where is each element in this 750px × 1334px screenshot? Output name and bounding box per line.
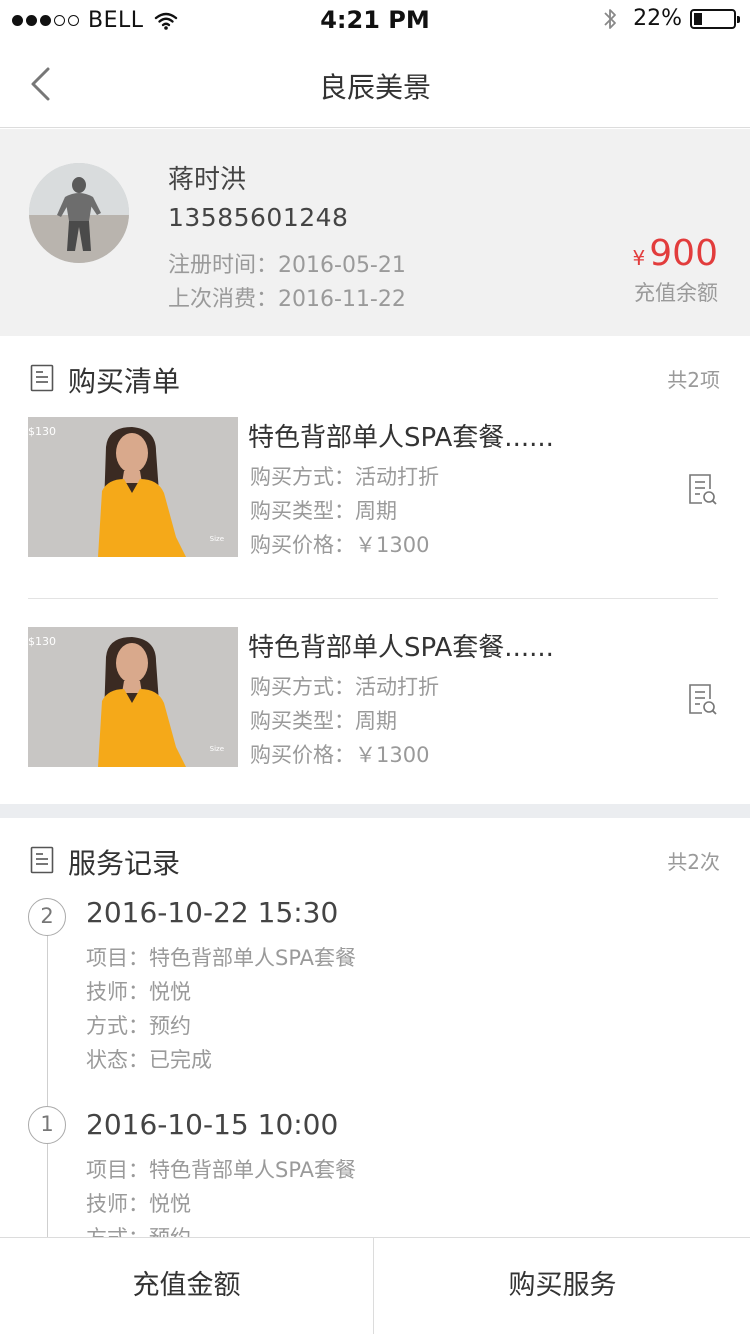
member-profile: 蒋时洪 13585601248 注册时间：2016-05-21 上次消费：201… xyxy=(0,129,750,336)
document-icon xyxy=(30,846,54,874)
record-index-badge: 2 xyxy=(28,898,66,936)
record-datetime: 2016-10-15 10:00 xyxy=(86,1108,339,1141)
record-status: 状态：已完成 xyxy=(86,1048,212,1072)
purchase-price: 购买价格：￥1300 xyxy=(250,533,430,557)
item-divider xyxy=(28,598,718,599)
last-spend-row: 上次消费：2016-11-22 xyxy=(168,281,406,313)
purchase-method: 购买方式：活动打折 xyxy=(250,675,439,699)
balance-label: 充值余额 xyxy=(634,281,718,305)
image-size-tag: Size xyxy=(209,535,224,543)
avatar xyxy=(29,163,129,263)
status-bar: BELL 4:21 PM 22% xyxy=(0,0,750,42)
record-datetime: 2016-10-22 15:30 xyxy=(86,896,339,929)
image-price-tag: $130 xyxy=(28,425,56,438)
record-technician: 技师：悦悦 xyxy=(86,980,191,1004)
purchase-item[interactable]: $130 Size 特色背部单人SPA套餐...... 购买方式：活动打折 购买… xyxy=(28,627,718,767)
product-image: $130 Size xyxy=(28,627,238,767)
purchase-list-header: 购买清单 共2项 xyxy=(30,360,720,400)
currency-symbol: ¥ xyxy=(632,246,646,270)
image-size-tag: Size xyxy=(209,745,224,753)
item-title: 特色背部单人SPA套餐...... xyxy=(248,633,554,663)
purchase-type: 购买类型：周期 xyxy=(250,499,397,523)
product-image: $130 Size xyxy=(28,417,238,557)
register-date-row: 注册时间：2016-05-21 xyxy=(168,247,406,279)
register-date: 2016-05-21 xyxy=(278,253,406,278)
balance-value: 900 xyxy=(649,233,718,274)
section-title: 服务记录 xyxy=(68,847,181,880)
record-mode: 方式：预约 xyxy=(86,1014,191,1038)
battery-area: 22% xyxy=(603,6,740,31)
last-spend-label: 上次消费： xyxy=(168,287,279,312)
member-phone: 13585601248 xyxy=(168,203,349,232)
purchase-method: 购买方式：活动打折 xyxy=(250,465,439,489)
record-project: 项目：特色背部单人SPA套餐 xyxy=(86,1158,357,1182)
recharge-button[interactable]: 充值金额 xyxy=(0,1238,374,1334)
nav-bar: 良辰美景 xyxy=(0,42,750,128)
section-title: 购买清单 xyxy=(68,365,181,398)
purchase-type: 购买类型：周期 xyxy=(250,709,397,733)
register-label: 注册时间： xyxy=(168,253,279,278)
battery-level xyxy=(694,12,702,25)
view-detail-icon[interactable] xyxy=(688,683,718,717)
timeline-line xyxy=(47,926,48,1238)
item-title: 特色背部单人SPA套餐...... xyxy=(248,423,554,453)
image-price-tag: $130 xyxy=(28,635,56,648)
product-photo xyxy=(28,417,238,557)
product-photo xyxy=(28,627,238,767)
record-technician: 技师：悦悦 xyxy=(86,1192,191,1216)
last-spend-date: 2016-11-22 xyxy=(278,287,406,312)
buy-service-button[interactable]: 购买服务 xyxy=(375,1238,750,1334)
member-name: 蒋时洪 xyxy=(168,165,247,195)
page-title: 良辰美景 xyxy=(318,71,431,104)
record-index-badge: 1 xyxy=(28,1106,66,1144)
item-count: 共2项 xyxy=(667,368,720,392)
section-gap xyxy=(0,804,750,818)
purchase-item[interactable]: $130 Size 特色背部单人SPA套餐...... 购买方式：活动打折 购买… xyxy=(28,417,718,557)
balance-amount: ¥900 xyxy=(633,233,718,274)
record-mode: 方式：预约 xyxy=(86,1226,191,1238)
battery-percent: 22% xyxy=(633,6,682,31)
bluetooth-icon xyxy=(604,8,616,29)
service-records-header: 服务记录 共2次 xyxy=(30,842,720,882)
purchase-price: 购买价格：￥1300 xyxy=(250,743,430,767)
service-records-section: 服务记录 共2次 2 2016-10-22 15:30 项目：特色背部单人SPA… xyxy=(0,818,750,1238)
bottom-action-bar: 充值金额 购买服务 xyxy=(0,1237,750,1334)
record-count: 共2次 xyxy=(667,850,720,874)
avatar-photo xyxy=(29,163,129,263)
view-detail-icon[interactable] xyxy=(688,473,718,507)
battery-icon xyxy=(690,8,740,29)
record-project: 项目：特色背部单人SPA套餐 xyxy=(86,946,357,970)
document-icon xyxy=(30,364,54,392)
purchase-list-section: 购买清单 共2项 $130 Size 特色背部单人SPA套餐...... 购买方… xyxy=(0,336,750,804)
